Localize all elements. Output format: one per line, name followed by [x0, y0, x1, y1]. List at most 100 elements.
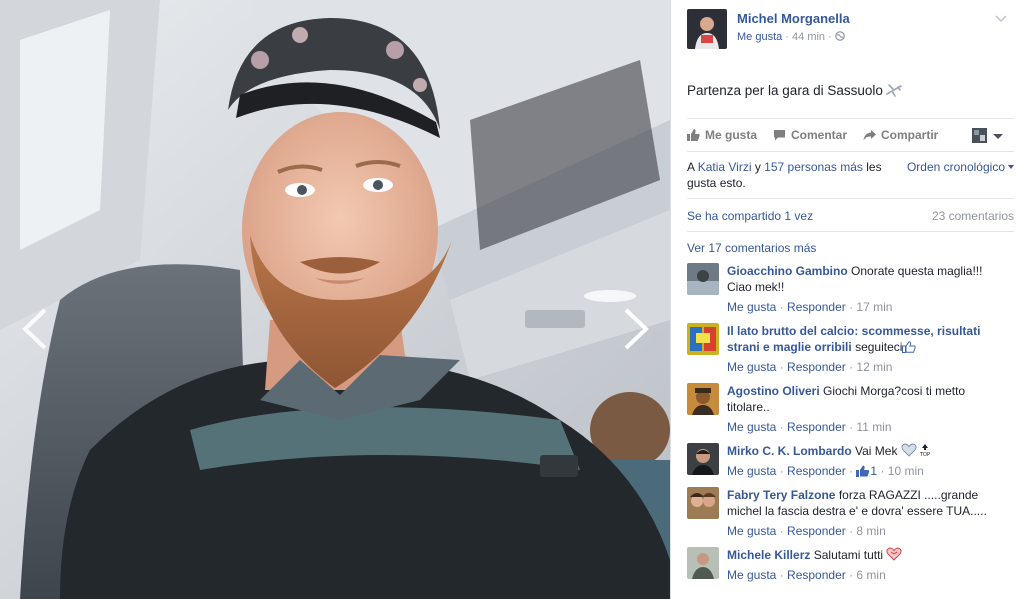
post-as-selector[interactable]	[972, 125, 1006, 145]
commenter-avatar[interactable]	[687, 547, 719, 579]
meta-separator: ·	[845, 300, 857, 314]
comment-meta: Me gusta · Responder · 11 min	[727, 420, 892, 434]
comment-time[interactable]: 17 min	[856, 300, 892, 314]
commenter-avatar[interactable]	[687, 487, 719, 519]
avatar-image	[687, 263, 719, 295]
commenter-name[interactable]: Il lato brutto del calcio: scommesse, ri…	[727, 324, 980, 354]
meta-separator: ·	[845, 464, 857, 478]
comment-like-link[interactable]: Me gusta	[727, 300, 776, 314]
post-meta-like-link[interactable]: Me gusta	[737, 31, 782, 43]
meta-separator: ·	[877, 464, 888, 478]
meta-separator: ·	[845, 568, 857, 582]
commenter-avatar[interactable]	[687, 263, 719, 295]
liker-name-link[interactable]: Katia Virzi	[698, 160, 752, 174]
likes-mid: y	[751, 160, 765, 174]
comment-body: Fabry Tery Falzone forza RAGAZZI .....gr…	[727, 487, 989, 519]
commenter-avatar[interactable]	[687, 383, 719, 415]
comment-time[interactable]: 11 min	[856, 420, 891, 434]
commenter-name[interactable]: Gioacchino Gambino	[727, 264, 848, 278]
comment-reply-link[interactable]: Responder	[787, 300, 846, 314]
meta-separator: ·	[776, 464, 788, 478]
commenter-avatar[interactable]	[687, 443, 719, 475]
caret-down-icon	[1008, 165, 1014, 169]
comment-likes-count[interactable]: 1	[856, 464, 877, 478]
svg-text:TOP: TOP	[919, 452, 930, 457]
previous-photo-button[interactable]	[19, 306, 51, 352]
meta-separator: ·	[776, 360, 788, 374]
comment-text: Vai Mek	[855, 444, 898, 458]
divider	[687, 198, 1014, 199]
comment-like-link[interactable]: Me gusta	[727, 360, 776, 374]
comment-time[interactable]: 6 min	[856, 568, 885, 582]
comment-body: Gioacchino Gambino Onorate questa maglia…	[727, 263, 989, 295]
top-emoji-icon: TOP	[919, 444, 930, 457]
comment-time[interactable]: 10 min	[888, 464, 924, 478]
author-name[interactable]: Michel Morganella	[737, 11, 850, 26]
post-time[interactable]: 44 min	[792, 31, 825, 43]
comment-body: Michele Killerz Salutami tutti	[727, 547, 989, 563]
comment-text: Salutami tutti	[813, 548, 884, 562]
avatar-image	[687, 9, 727, 49]
comment-reply-link[interactable]: Responder	[787, 360, 846, 374]
post-header: Michel Morganella Me gusta · 44 min ·	[687, 9, 1014, 51]
next-photo-button[interactable]	[620, 306, 652, 352]
comment-reply-link[interactable]: Responder	[787, 568, 846, 582]
commenter-name[interactable]: Fabry Tery Falzone	[727, 488, 835, 502]
commenter-name[interactable]: Mirko C. K. Lombardo	[727, 444, 852, 458]
like-button[interactable]: Me gusta	[687, 128, 757, 142]
heart-emoji-icon	[901, 443, 917, 457]
divider	[687, 231, 1014, 232]
comment-meta: Me gusta · Responder · 1 · 10 min	[727, 464, 924, 478]
avatar-image	[687, 323, 719, 355]
other-likers-link[interactable]: 157 personas más	[764, 160, 863, 174]
like-button-label: Me gusta	[705, 128, 758, 142]
comment-time[interactable]: 8 min	[856, 524, 885, 538]
view-more-comments-link[interactable]: Ver 17 comentarios más	[687, 241, 816, 255]
comment-meta: Me gusta · Responder · 12 min	[727, 360, 892, 374]
commenter-avatar[interactable]	[687, 323, 719, 355]
comment-button[interactable]: Comentar	[773, 128, 847, 142]
sort-order-label: Orden cronológico	[906, 160, 1005, 174]
commenter-name[interactable]: Michele Killerz	[727, 548, 810, 562]
thumbs-up-icon	[687, 129, 700, 141]
meta-separator: ·	[845, 524, 857, 538]
photo-viewer	[0, 0, 670, 599]
likes-sentence: A Katia Virzi y 157 personas más les gus…	[687, 159, 897, 191]
comment-sort-dropdown[interactable]: Orden cronológico	[907, 160, 1014, 174]
comment-meta: Me gusta · Responder · 17 min	[727, 300, 892, 314]
thumbs-up-emoji-icon	[902, 341, 917, 353]
shares-link[interactable]: Se ha compartido 1 vez	[687, 209, 813, 223]
avatar-image	[687, 383, 719, 415]
chevron-left-icon	[22, 308, 47, 350]
comment-body: Il lato brutto del calcio: scommesse, ri…	[727, 323, 989, 355]
meta-separator: ·	[776, 420, 788, 434]
meta-separator: ·	[776, 568, 788, 582]
comment-like-link[interactable]: Me gusta	[727, 420, 776, 434]
meta-separator: ·	[845, 420, 857, 434]
photo-image	[0, 0, 670, 599]
author-avatar[interactable]	[687, 9, 727, 49]
comment-like-link[interactable]: Me gusta	[727, 568, 776, 582]
commenter-name[interactable]: Agostino Oliveri	[727, 384, 820, 398]
meta-separator: ·	[782, 31, 793, 43]
comment-like-link[interactable]: Me gusta	[727, 524, 776, 538]
meta-separator: ·	[825, 31, 835, 43]
comment-time[interactable]: 12 min	[856, 360, 892, 374]
comment-text: seguiteci	[855, 340, 903, 354]
comment-icon	[774, 130, 785, 141]
avatar-image	[687, 547, 719, 579]
post-meta: Me gusta · 44 min ·	[737, 31, 845, 43]
chevron-down-icon[interactable]	[994, 13, 1008, 23]
post-sidebar: Michel Morganella Me gusta · 44 min · Pa…	[670, 0, 1024, 599]
avatar-image	[687, 487, 719, 519]
comment-reply-link[interactable]: Responder	[787, 420, 846, 434]
page-avatar-dropdown-icon	[972, 128, 1003, 143]
comment-reply-link[interactable]: Responder	[787, 524, 846, 538]
comment-reply-link[interactable]: Responder	[787, 464, 846, 478]
share-button[interactable]: Compartir	[863, 128, 938, 142]
comment-like-link[interactable]: Me gusta	[727, 464, 776, 478]
globe-icon[interactable]	[835, 31, 845, 41]
airplane-icon	[886, 84, 902, 97]
comment-count-link[interactable]: 23 comentarios	[932, 209, 1014, 223]
meta-separator: ·	[845, 360, 857, 374]
